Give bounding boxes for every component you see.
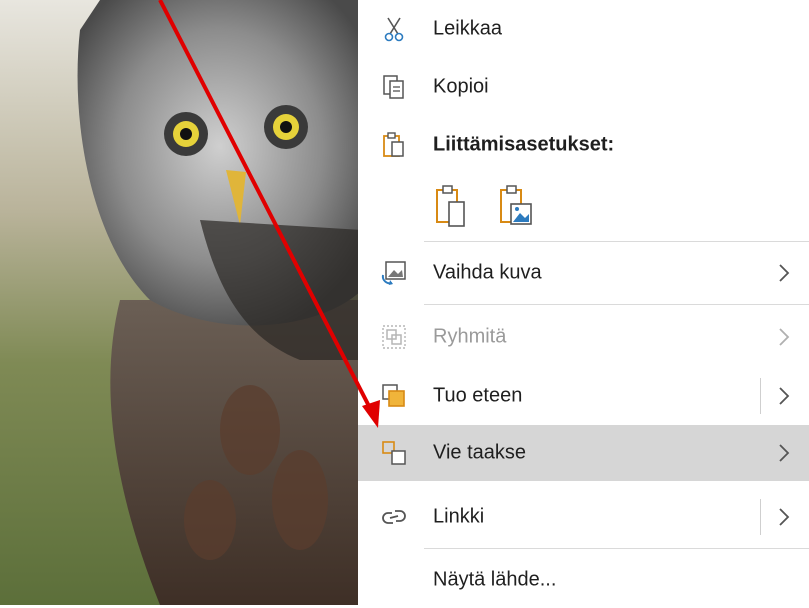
menu-item-group[interactable]: Ryhmitä <box>358 309 809 365</box>
group-icon <box>380 323 408 351</box>
clipboard-icon <box>380 131 408 159</box>
chevron-right-icon <box>779 328 790 346</box>
change-picture-icon <box>380 259 408 287</box>
menu-item-view-source[interactable]: Näytä lähde... <box>358 552 809 608</box>
chevron-right-icon[interactable] <box>777 506 791 528</box>
menu-item-change-picture[interactable]: Vaihda kuva <box>358 245 809 301</box>
bring-forward-icon <box>380 382 408 410</box>
menu-item-link[interactable]: Linkki <box>358 489 809 545</box>
menu-item-label: Kopioi <box>433 75 489 98</box>
menu-item-copy[interactable]: Kopioi <box>358 59 809 115</box>
paste-keep-formatting-icon[interactable] <box>434 184 470 230</box>
menu-item-send-backward[interactable]: Vie taakse <box>358 425 809 481</box>
link-icon <box>380 503 408 531</box>
scissors-icon <box>380 15 408 43</box>
menu-separator <box>424 304 809 305</box>
menu-item-label: Vaihda kuva <box>433 261 542 284</box>
submenu-separator <box>760 378 761 414</box>
chevron-right-icon[interactable] <box>777 442 791 464</box>
copy-icon <box>380 73 408 101</box>
context-menu: Leikkaa Kopioi Liittämisasetukset: Vaihd… <box>358 0 809 605</box>
menu-item-label: Liittämisasetukset: <box>433 133 615 156</box>
menu-item-label: Tuo eteen <box>433 384 523 407</box>
menu-item-label: Ryhmitä <box>433 325 507 348</box>
menu-separator <box>424 548 809 549</box>
submenu-separator <box>760 499 761 535</box>
chevron-right-icon <box>779 264 790 282</box>
menu-item-label: Näytä lähde... <box>433 568 557 591</box>
menu-separator <box>424 241 809 242</box>
menu-item-bring-forward[interactable]: Tuo eteen <box>358 368 809 424</box>
paste-as-picture-icon[interactable] <box>498 184 534 230</box>
send-backward-icon <box>380 439 408 467</box>
menu-item-label: Leikkaa <box>433 17 502 40</box>
menu-item-label: Vie taakse <box>433 441 527 464</box>
menu-item-label: Linkki <box>433 505 485 528</box>
paste-options-row <box>358 176 809 240</box>
owl-photo[interactable] <box>0 0 362 605</box>
chevron-right-icon[interactable] <box>777 385 791 407</box>
menu-item-paste-options: Liittämisasetukset: <box>358 117 809 173</box>
menu-item-cut[interactable]: Leikkaa <box>358 1 809 57</box>
